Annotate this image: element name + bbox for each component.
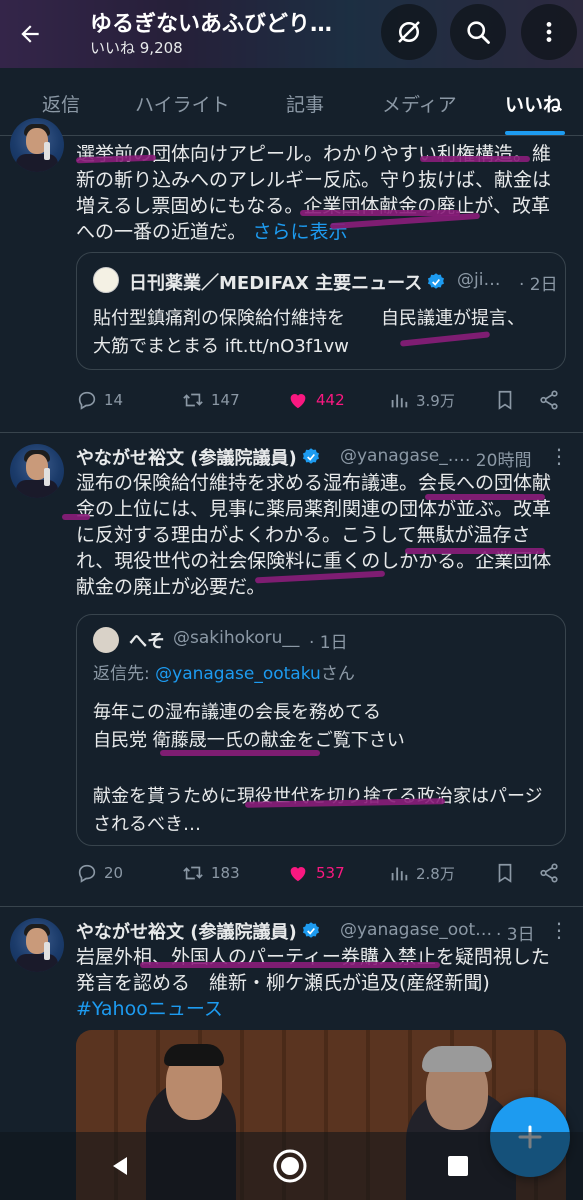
quote-author-handle: @ji… — [457, 270, 501, 290]
quote-author-handle: @sakihokoru__ — [173, 628, 300, 648]
quote-text: 毎年この湿布議連の会長を務めてる 自民党 衛藤晟一氏の献金をご覧下さい 献金を貰… — [93, 702, 543, 835]
highlight-mark — [425, 494, 545, 500]
tweet-actions: 14 147 442 3.9万 — [76, 389, 566, 419]
tab-replies[interactable]: 返信 — [42, 90, 80, 117]
profile-header: ゆるぎないあふびどり… いいね 9,208 — [0, 0, 583, 68]
likes-count: いいね 9,208 — [90, 39, 183, 57]
highlight-mark — [405, 548, 545, 554]
more-options-button[interactable] — [521, 4, 577, 60]
nav-back-icon[interactable] — [108, 1154, 132, 1178]
tab-media[interactable]: メディア — [382, 90, 457, 117]
reply-icon — [78, 391, 96, 410]
quote-avatar — [93, 267, 119, 293]
avatar[interactable] — [10, 118, 64, 172]
retweet-icon — [183, 393, 203, 407]
author-handle: @yanagase_oot… — [340, 920, 493, 940]
highlight-mark — [62, 514, 90, 520]
retweet-icon — [183, 866, 203, 880]
views-button[interactable]: 3.9万 — [388, 389, 455, 411]
hashtag-link[interactable]: #Yahooニュース — [76, 998, 223, 1020]
tweet-time: · 3日 — [496, 925, 535, 945]
search-icon — [467, 21, 490, 44]
author-name[interactable]: やながせ裕文 (参議院議員) — [76, 918, 321, 944]
reply-button[interactable]: 20 — [76, 862, 123, 884]
verified-icon — [302, 448, 319, 464]
quoted-tweet[interactable]: へそ @sakihokoru__ · 1日 返信先: @yanagase_oot… — [76, 614, 566, 846]
share-icon — [540, 863, 558, 883]
system-nav-bar — [0, 1132, 583, 1200]
quote-avatar — [93, 627, 119, 653]
heart-icon — [290, 394, 306, 409]
tab-likes[interactable]: いいね — [505, 90, 562, 117]
heart-icon — [290, 867, 306, 882]
quote-reply-to: 返信先: @yanagase_ootakuさん — [93, 664, 355, 684]
retweet-button[interactable]: 147 — [181, 389, 240, 411]
tweet-menu-icon[interactable]: ⋮ — [549, 444, 569, 468]
avatar[interactable] — [10, 444, 64, 498]
share-icon — [540, 390, 558, 410]
nav-recents-icon[interactable] — [446, 1154, 470, 1178]
quote-time: · 1日 — [309, 633, 348, 653]
bookmark-button[interactable] — [494, 389, 516, 411]
quote-author-name: 日刊薬業／MEDIFAX 主要ニュース — [129, 269, 446, 295]
quote-time: · 2日 — [519, 275, 558, 295]
tweet-actions: 20 183 537 2.8万 — [76, 862, 566, 892]
bookmark-icon — [498, 390, 512, 410]
share-button[interactable] — [538, 389, 560, 411]
tab-highlights[interactable]: ハイライト — [135, 90, 230, 117]
tweet-text[interactable]: 湿布の保険給付維持を求める湿布議連。会長への団体献金の上位には、見事に薬局薬剤関… — [76, 470, 566, 600]
highlight-mark — [160, 750, 320, 756]
profile-tabs: 返信 ハイライト 記事 メディア いいね — [0, 68, 583, 136]
bookmark-button[interactable] — [494, 862, 516, 884]
reply-icon — [78, 864, 96, 883]
unfollow-button[interactable] — [381, 4, 437, 60]
unfollow-slash-icon — [398, 21, 420, 43]
share-button[interactable] — [538, 862, 560, 884]
quote-author-name: へそ — [129, 631, 165, 652]
tweet-time: · 20時間 — [465, 451, 532, 471]
verified-icon — [302, 922, 319, 938]
divider — [0, 906, 583, 907]
views-button[interactable]: 2.8万 — [388, 862, 455, 884]
author-handle: @yanagase_… — [340, 446, 465, 466]
nav-home-icon[interactable] — [272, 1148, 308, 1184]
avatar[interactable] — [10, 918, 64, 972]
author-name[interactable]: やながせ裕文 (参議院議員) — [76, 444, 321, 470]
highlight-mark — [140, 962, 440, 968]
tweet-text[interactable]: 岩屋外相、外国人のパーティー券購入禁止を疑問視した発言を認める 維新・柳ケ瀬氏が… — [76, 944, 566, 1022]
profile-name: ゆるぎないあふびどり… — [90, 12, 333, 37]
reply-button[interactable]: 14 — [76, 389, 123, 411]
back-button[interactable] — [8, 12, 52, 56]
like-button[interactable]: 442 — [286, 389, 345, 411]
verified-icon — [428, 273, 445, 289]
views-icon — [391, 867, 408, 881]
divider — [0, 432, 583, 433]
like-button[interactable]: 537 — [286, 862, 345, 884]
more-vertical-icon — [546, 22, 552, 42]
active-tab-indicator — [505, 131, 565, 135]
bookmark-icon — [498, 863, 512, 883]
retweet-button[interactable]: 183 — [181, 862, 240, 884]
tab-articles[interactable]: 記事 — [286, 90, 324, 117]
quoted-tweet[interactable]: 日刊薬業／MEDIFAX 主要ニュース @ji… · 2日 貼付型鎮痛剤の保険給… — [76, 252, 566, 370]
highlight-mark — [420, 156, 530, 162]
tweet-menu-icon[interactable]: ⋮ — [549, 918, 569, 942]
back-arrow-icon — [21, 25, 39, 43]
views-icon — [391, 394, 408, 408]
search-button[interactable] — [450, 4, 506, 60]
